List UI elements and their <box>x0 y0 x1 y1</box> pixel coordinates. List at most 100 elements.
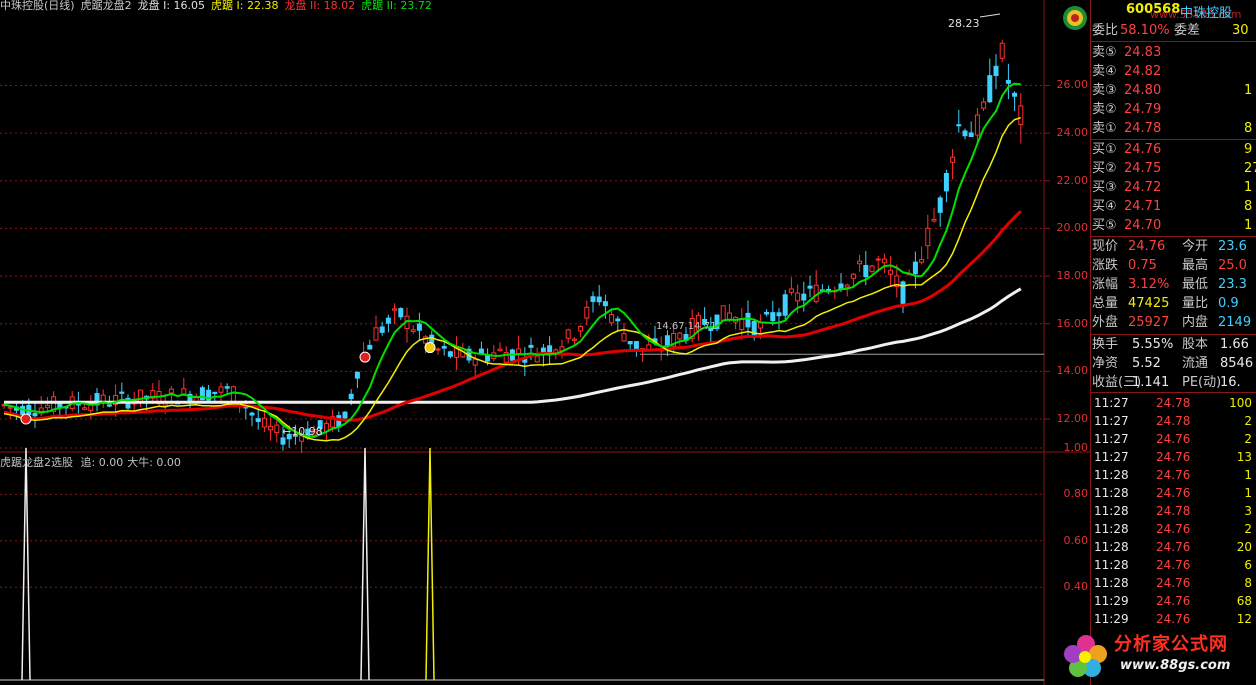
candle-body <box>472 358 478 366</box>
candle-body <box>280 437 286 445</box>
ask-label: 卖④ <box>1092 64 1117 79</box>
candle-body <box>788 288 794 293</box>
stat-label: 最低 <box>1182 277 1209 292</box>
tick-vol: 100 <box>1229 396 1252 410</box>
price-tick-label: 26.00 <box>1056 78 1089 92</box>
tick-row: 11:28 24.78 3 <box>1092 502 1256 520</box>
candle-body <box>534 355 540 363</box>
sub-tick-label: 0.60 <box>1063 533 1089 547</box>
candle-body <box>602 301 608 307</box>
separator <box>1090 334 1256 335</box>
stat-label: 最高 <box>1182 258 1209 273</box>
stat-label: 今开 <box>1182 239 1209 254</box>
ask-label: 卖③ <box>1092 83 1117 98</box>
stat-row: 现价 24.76 今开 23.6 <box>1092 238 1256 256</box>
tick-time: 11:28 <box>1094 522 1129 536</box>
candle-body <box>255 418 261 423</box>
candle-body <box>385 317 391 324</box>
price-tick-label: 14.00 <box>1056 364 1089 378</box>
tick-price: 24.76 <box>1156 450 1191 464</box>
tick-price: 24.78 <box>1156 396 1191 410</box>
candle-body <box>274 424 280 434</box>
candle-body <box>119 391 125 394</box>
candle-body <box>268 425 274 431</box>
stat-row: 涨跌 0.75 最高 25.0 <box>1092 257 1256 275</box>
tick-vol: 13 <box>1236 450 1252 464</box>
stat-label: 流通 <box>1182 356 1209 371</box>
candle-body <box>981 101 987 109</box>
stat-value: 0.75 <box>1128 258 1157 273</box>
quote-logo-icon <box>1063 6 1087 30</box>
tick-vol: 2 <box>1244 414 1252 428</box>
stat-value: 23.3 <box>1218 277 1247 292</box>
candle-body <box>850 273 856 279</box>
tick-time: 11:27 <box>1094 414 1129 428</box>
indicator-series-3: 虎踞 II: 23.72 <box>361 0 432 12</box>
stat-value: 24.76 <box>1128 239 1166 254</box>
candle-body <box>801 293 807 301</box>
kline-chart[interactable] <box>0 0 1090 685</box>
sub-chart-value-1: 大牛: 0.00 <box>127 456 181 469</box>
tick-price: 24.78 <box>1156 414 1191 428</box>
indicator-series-1: 虎踞 I: 22.38 <box>211 0 279 12</box>
tick-vol: 6 <box>1244 558 1252 572</box>
price-tick-label: 20.00 <box>1056 221 1089 235</box>
tick-time: 11:28 <box>1094 486 1129 500</box>
candle-body <box>962 130 968 137</box>
indicator-name: 虎踞龙盘2 <box>80 0 132 12</box>
candle-body <box>224 386 230 389</box>
tick-row: 11:28 24.76 20 <box>1092 538 1256 556</box>
bid-vol: 1 <box>1244 218 1253 233</box>
signal-spike <box>21 447 31 681</box>
candle-body <box>888 269 894 275</box>
tick-vol: 2 <box>1244 432 1252 446</box>
candle-body <box>993 65 999 77</box>
stat-value: 25.0 <box>1218 258 1247 273</box>
tick-time: 11:28 <box>1094 468 1129 482</box>
sub-chart-values: 追: 0.00 大牛: 0.00 <box>77 456 181 469</box>
tick-vol: 2 <box>1244 522 1252 536</box>
candle-body <box>943 172 949 192</box>
tick-time: 11:27 <box>1094 396 1129 410</box>
weibi-label: 委比 <box>1092 23 1119 38</box>
candle-body <box>745 312 751 328</box>
weibi-value: 58.10% <box>1120 23 1170 38</box>
stat-label: 内盘 <box>1182 315 1209 330</box>
candle-body <box>770 312 776 322</box>
candle-body <box>571 338 577 341</box>
bid-price: 24.75 <box>1124 161 1162 176</box>
bid-row: 买③ 24.72 1 <box>1092 179 1256 197</box>
stat-label: 量比 <box>1182 296 1209 311</box>
stat-label: 净资 <box>1092 356 1119 371</box>
candle-body <box>373 327 379 341</box>
stat-label: 涨跌 <box>1092 258 1119 273</box>
tick-price: 24.76 <box>1156 432 1191 446</box>
candle-body <box>348 393 354 400</box>
indicator-series: 龙盘 I: 16.05 虎踞 I: 22.38 龙盘 II: 18.02 虎踞 II:… <box>138 0 438 12</box>
brand: 分析家公式网 www.88gs.com <box>1060 624 1256 684</box>
tick-vol: 20 <box>1236 540 1252 554</box>
candle-body <box>776 312 782 317</box>
tick-time: 11:27 <box>1094 450 1129 464</box>
stat-row: 总量 47425 量比 0.9 <box>1092 295 1256 313</box>
candle-body <box>615 318 621 322</box>
tick-row: 11:27 24.78 2 <box>1092 412 1256 430</box>
candle-body <box>578 325 584 332</box>
candle-body <box>956 124 962 127</box>
tick-time: 11:29 <box>1094 594 1129 608</box>
ask-label: 卖② <box>1092 102 1117 117</box>
candle-body <box>32 412 38 417</box>
tick-vol: 1 <box>1244 468 1252 482</box>
candle-body <box>912 261 918 275</box>
tick-price: 24.76 <box>1156 558 1191 572</box>
candle-body <box>609 314 615 324</box>
candle-body <box>447 351 453 357</box>
ask-label: 卖① <box>1092 121 1117 136</box>
tick-vol: 68 <box>1236 594 1252 608</box>
sub-tick-label: 0.80 <box>1063 487 1089 501</box>
candle-body <box>44 404 50 409</box>
bid-row: 买⑤ 24.70 1 <box>1092 217 1256 235</box>
candle-body <box>392 308 398 311</box>
bid-row: 买② 24.75 27 <box>1092 160 1256 178</box>
stat-value: 47425 <box>1128 296 1170 311</box>
